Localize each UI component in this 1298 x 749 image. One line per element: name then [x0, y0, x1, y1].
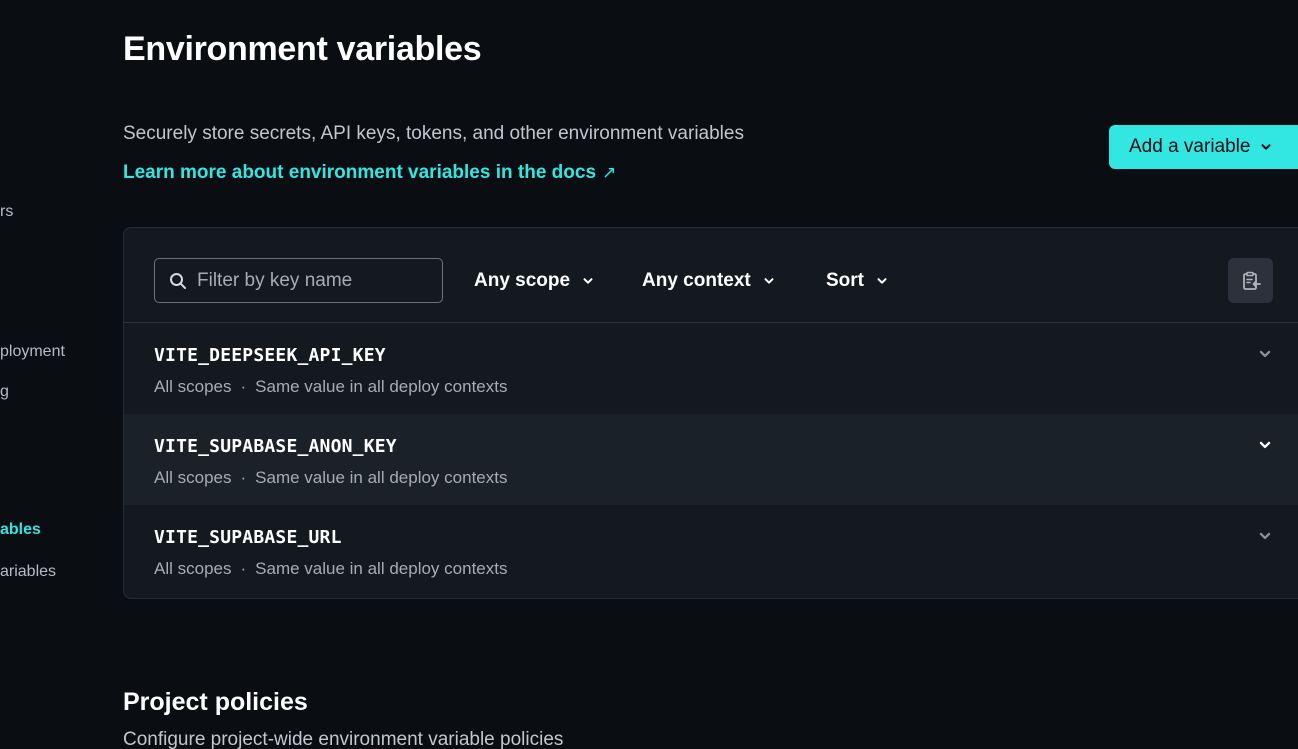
sort-dropdown[interactable]: Sort: [826, 270, 888, 292]
scope-filter-label: Any scope: [474, 270, 571, 291]
sort-label: Sort: [826, 270, 864, 291]
variable-meta: All scopes · Same value in all deploy cont…: [154, 468, 507, 488]
clipboard-import-icon: [1242, 271, 1261, 290]
variable-scope: All scopes: [154, 559, 232, 578]
variable-meta: All scopes · Same value in all deploy cont…: [154, 377, 507, 397]
sidebar-item-1[interactable]: rs: [0, 203, 13, 221]
project-policies-subtitle: Configure project-wide environment varia…: [123, 729, 564, 749]
page-title: Environment variables: [123, 30, 482, 68]
variable-scope: All scopes: [154, 468, 232, 487]
context-filter-dropdown[interactable]: Any context: [642, 270, 775, 292]
sidebar-item-3[interactable]: g: [0, 383, 9, 401]
page: rs ployment g ables ariables Environment…: [0, 0, 1298, 749]
context-filter-label: Any context: [642, 270, 751, 291]
add-variable-button[interactable]: Add a variable: [1109, 125, 1298, 169]
chevron-down-icon: [1261, 144, 1271, 150]
variable-row[interactable]: VITE_SUPABASE_URL All scopes · Same value …: [124, 505, 1298, 596]
chevron-down-icon[interactable]: [1258, 347, 1272, 361]
page-subtitle: Securely store secrets, API keys, tokens…: [123, 123, 744, 144]
variable-key: VITE_SUPABASE_ANON_KEY: [154, 436, 397, 457]
chevron-down-icon: [764, 278, 774, 284]
meta-separator: ·: [240, 559, 247, 578]
meta-separator: ·: [240, 468, 247, 487]
external-link-arrow-icon: ↗: [602, 163, 617, 182]
search-input[interactable]: [197, 269, 427, 292]
chevron-down-icon[interactable]: [1258, 438, 1272, 452]
search-field[interactable]: [154, 258, 443, 303]
variable-context: Same value in all deploy contexts: [255, 559, 508, 578]
scope-filter-dropdown[interactable]: Any scope: [474, 270, 594, 292]
variable-meta: All scopes · Same value in all deploy cont…: [154, 559, 507, 579]
chevron-down-icon: [877, 278, 887, 284]
search-icon: [170, 272, 186, 289]
variable-scope: All scopes: [154, 377, 232, 396]
import-from-clipboard-button[interactable]: [1228, 258, 1273, 303]
sidebar-item-environment-variables[interactable]: ables: [0, 521, 41, 539]
variables-panel: Any scope Any context Sort: [123, 227, 1298, 599]
docs-link[interactable]: Learn more about environment variables i…: [123, 162, 616, 184]
sidebar-item-shared-variables[interactable]: ariables: [0, 563, 56, 581]
chevron-down-icon[interactable]: [1258, 529, 1272, 543]
docs-link-label: Learn more about environment variables i…: [123, 162, 597, 183]
variable-key: VITE_SUPABASE_URL: [154, 527, 342, 548]
variable-row[interactable]: VITE_DEEPSEEK_API_KEY All scopes · Same va…: [124, 323, 1298, 414]
add-variable-label: Add a variable: [1129, 136, 1251, 157]
project-policies-title: Project policies: [123, 688, 308, 716]
variable-context: Same value in all deploy contexts: [255, 468, 508, 487]
sidebar-item-deployment[interactable]: ployment: [0, 343, 65, 361]
variable-key: VITE_DEEPSEEK_API_KEY: [154, 345, 386, 366]
meta-separator: ·: [240, 377, 247, 396]
variable-row[interactable]: VITE_SUPABASE_ANON_KEY All scopes · Same v…: [124, 414, 1298, 505]
filter-toolbar: Any scope Any context Sort: [124, 228, 1298, 323]
chevron-down-icon: [583, 278, 593, 284]
variable-context: Same value in all deploy contexts: [255, 377, 508, 396]
